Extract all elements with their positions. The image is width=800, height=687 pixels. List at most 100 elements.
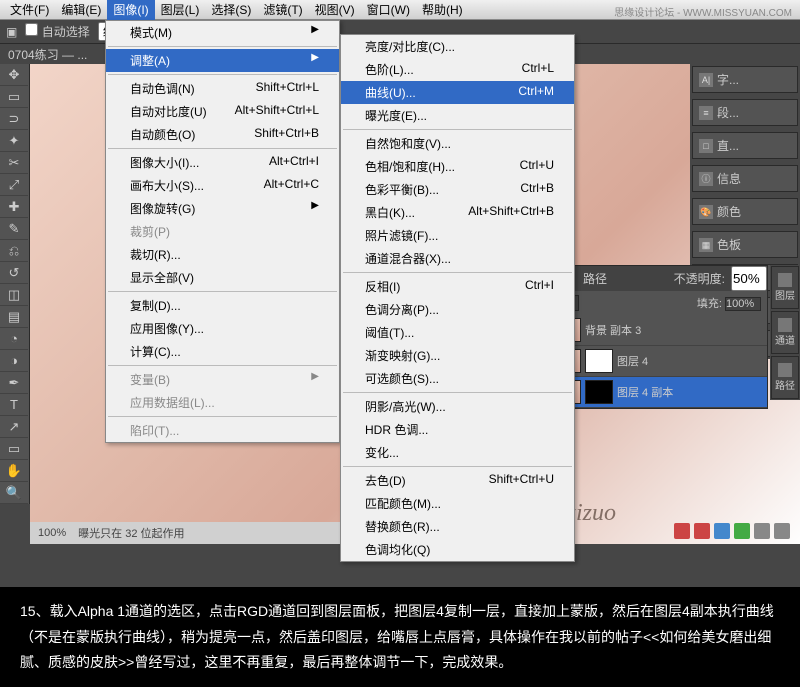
menu-item[interactable]: 照片滤镜(F)... — [341, 224, 574, 247]
tray-icon[interactable] — [734, 523, 750, 539]
path-tool[interactable]: ↗ — [0, 416, 28, 438]
history-brush-tool[interactable]: ↺ — [0, 262, 28, 284]
menu-item[interactable]: 曲线(U)...Ctrl+M — [341, 81, 574, 104]
menu-item[interactable]: 图像旋转(G)▶ — [106, 197, 339, 220]
menu-item[interactable]: 通道混合器(X)... — [341, 247, 574, 270]
move-tool-indicator: ▣ — [6, 25, 17, 39]
marquee-tool[interactable]: ▭ — [0, 86, 28, 108]
menu-item[interactable]: 变化... — [341, 441, 574, 464]
menu-item[interactable]: 自然饱和度(V)... — [341, 132, 574, 155]
blur-tool[interactable]: ◔ — [0, 328, 28, 350]
menu-item[interactable]: 色相/饱和度(H)...Ctrl+U — [341, 155, 574, 178]
menu-item: 裁剪(P) — [106, 220, 339, 243]
menu-item[interactable]: 复制(D)... — [106, 294, 339, 317]
menu-item[interactable]: HDR 色调... — [341, 418, 574, 441]
menu-item[interactable]: 可选颜色(S)... — [341, 367, 574, 390]
menu-item[interactable]: 曝光度(E)... — [341, 104, 574, 127]
layer-name[interactable]: 图层 4 — [617, 353, 763, 369]
menu-item[interactable]: 应用图像(Y)... — [106, 317, 339, 340]
menu-1[interactable]: 编辑(E) — [55, 0, 107, 20]
pen-tool[interactable]: ✒ — [0, 372, 28, 394]
menu-6[interactable]: 视图(V) — [309, 0, 361, 20]
menu-item[interactable]: 亮度/对比度(C)... — [341, 35, 574, 58]
menu-item[interactable]: 色调分离(P)... — [341, 298, 574, 321]
panel-chip[interactable]: 🎨颜色 — [692, 198, 798, 225]
opacity-input[interactable] — [731, 266, 767, 291]
menu-item[interactable]: 裁切(R)... — [106, 243, 339, 266]
strip-通道[interactable]: 通道 — [771, 311, 799, 354]
menu-item: 陷印(T)... — [106, 419, 339, 442]
status-note: 曝光只在 32 位起作用 — [78, 525, 184, 541]
tray-icon[interactable] — [714, 523, 730, 539]
menu-item[interactable]: 匹配颜色(M)... — [341, 492, 574, 515]
menu-item[interactable]: 自动颜色(O)Shift+Ctrl+B — [106, 123, 339, 146]
layer-name[interactable]: 图层 4 副本 — [617, 384, 763, 400]
strip-路径[interactable]: 路径 — [771, 356, 799, 399]
auto-select-checkbox[interactable]: 自动选择 — [25, 23, 89, 40]
menu-item[interactable]: 显示全部(V) — [106, 266, 339, 289]
panel-chip[interactable]: ⓘ信息 — [692, 165, 798, 192]
dodge-tool[interactable]: ◑ — [0, 350, 28, 372]
mask-thumbnail[interactable] — [585, 380, 613, 404]
healing-tool[interactable]: ✚ — [0, 196, 28, 218]
brush-tool[interactable]: ✎ — [0, 218, 28, 240]
tray-icon[interactable] — [674, 523, 690, 539]
eraser-tool[interactable]: ◫ — [0, 284, 28, 306]
fill-label: 填充: — [697, 298, 722, 310]
menu-0[interactable]: 文件(F) — [4, 0, 55, 20]
menu-item[interactable]: 画布大小(S)...Alt+Ctrl+C — [106, 174, 339, 197]
strip-图层[interactable]: 图层 — [771, 266, 799, 309]
image-menu-dropdown: 模式(M)▶ 调整(A)▶ 自动色调(N)Shift+Ctrl+L自动对比度(U)A… — [105, 20, 340, 443]
menu-item[interactable]: 阴影/高光(W)... — [341, 395, 574, 418]
stamp-tool[interactable]: ⎌ — [0, 240, 28, 262]
hand-tool[interactable]: ✋ — [0, 460, 28, 482]
paths-tab[interactable]: 路径 — [573, 266, 617, 291]
menu-8[interactable]: 帮助(H) — [416, 0, 469, 20]
menu-item[interactable]: 渐变映射(G)... — [341, 344, 574, 367]
menu-3[interactable]: 图层(L) — [155, 0, 206, 20]
zoom-tool[interactable]: 🔍 — [0, 482, 28, 504]
tutorial-caption: 15、载入Alpha 1通道的选区，点击RGD通道回到图层面板，把图层4复制一层… — [0, 587, 800, 687]
menu-item[interactable]: 模式(M)▶ — [106, 21, 339, 44]
crop-tool[interactable]: ✂ — [0, 152, 28, 174]
menu-item[interactable]: 图像大小(I)...Alt+Ctrl+I — [106, 151, 339, 174]
move-tool[interactable]: ✥ — [0, 64, 28, 86]
menu-item[interactable]: 调整(A)▶ — [106, 49, 339, 72]
mask-thumbnail[interactable] — [585, 349, 613, 373]
menu-5[interactable]: 滤镜(T) — [257, 0, 308, 20]
lasso-tool[interactable]: ⊃ — [0, 108, 28, 130]
menu-item[interactable]: 阈值(T)... — [341, 321, 574, 344]
taskbar-tray — [674, 523, 790, 539]
menu-item[interactable]: 色阶(L)...Ctrl+L — [341, 58, 574, 81]
menu-item[interactable]: 黑白(K)...Alt+Shift+Ctrl+B — [341, 201, 574, 224]
opacity-label: 不透明度: — [668, 266, 731, 291]
layer-name[interactable]: 背景 副本 3 — [585, 322, 763, 338]
type-tool[interactable]: T — [0, 394, 28, 416]
menu-item[interactable]: 去色(D)Shift+Ctrl+U — [341, 469, 574, 492]
menu-item[interactable]: 计算(C)... — [106, 340, 339, 363]
tray-icon[interactable] — [754, 523, 770, 539]
shape-tool[interactable]: ▭ — [0, 438, 28, 460]
menu-2[interactable]: 图像(I) — [107, 0, 154, 20]
watermark-top: 思缘设计论坛 - WWW.MISSYUAN.COM — [614, 4, 792, 19]
wand-tool[interactable]: ✦ — [0, 130, 28, 152]
eyedropper-tool[interactable]: ⤢ — [0, 174, 28, 196]
menu-item[interactable]: 反相(I)Ctrl+I — [341, 275, 574, 298]
panel-chip[interactable]: □直... — [692, 132, 798, 159]
right-icon-strip: 图层通道路径 — [770, 265, 800, 400]
tray-icon[interactable] — [694, 523, 710, 539]
panel-chip[interactable]: ≡段... — [692, 99, 798, 126]
menu-7[interactable]: 窗口(W) — [361, 0, 416, 20]
tray-icon[interactable] — [774, 523, 790, 539]
menu-item[interactable]: 替换颜色(R)... — [341, 515, 574, 538]
menu-item[interactable]: 色调均化(Q) — [341, 538, 574, 561]
panel-chip[interactable]: ▦色板 — [692, 231, 798, 258]
menu-4[interactable]: 选择(S) — [205, 0, 257, 20]
zoom-level[interactable]: 100% — [38, 527, 66, 539]
panel-chip[interactable]: A|字... — [692, 66, 798, 93]
fill-input[interactable] — [725, 297, 761, 311]
menu-item[interactable]: 自动色调(N)Shift+Ctrl+L — [106, 77, 339, 100]
gradient-tool[interactable]: ▤ — [0, 306, 28, 328]
menu-item[interactable]: 色彩平衡(B)...Ctrl+B — [341, 178, 574, 201]
menu-item[interactable]: 自动对比度(U)Alt+Shift+Ctrl+L — [106, 100, 339, 123]
